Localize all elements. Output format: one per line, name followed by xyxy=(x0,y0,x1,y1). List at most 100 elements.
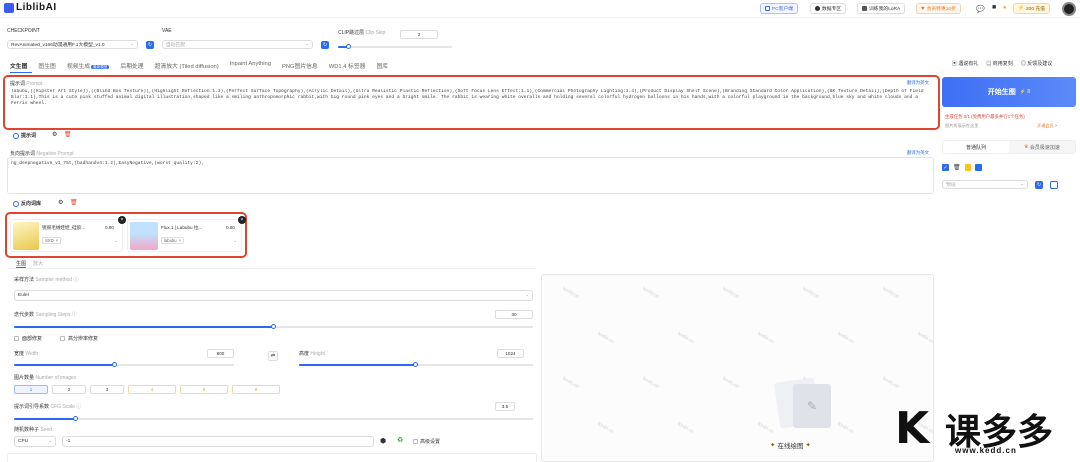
trash-icon[interactable]: 🗑 xyxy=(70,199,78,206)
cfg-knob[interactable] xyxy=(73,416,79,421)
height-knob[interactable] xyxy=(413,362,418,367)
pc-client-button[interactable]: PC客户端 xyxy=(760,3,799,14)
tab-7[interactable]: WD1.4 标签器 xyxy=(329,61,371,73)
queue-normal-tab[interactable]: 普通队列 xyxy=(943,141,1009,153)
height-input[interactable]: 1024 xyxy=(497,349,524,358)
advanced-settings-option[interactable]: 高级设置 xyxy=(413,438,440,445)
refresh-preset-icon[interactable]: ↻ xyxy=(1035,181,1043,189)
feedback-link-3[interactable]: ◎ 反馈及建议 xyxy=(1021,60,1052,67)
dice-icon[interactable]: ⬢ xyxy=(380,437,386,445)
feedback-link-2[interactable]: ▤ 商用复刻 xyxy=(986,60,1012,67)
preset-add-icon[interactable] xyxy=(1050,181,1058,189)
lora-trigger-tag[interactable]: SXD × xyxy=(42,237,62,244)
count-option[interactable]: 3 xyxy=(90,385,124,394)
preset-select[interactable]: 预设 ⌄ xyxy=(942,180,1028,189)
feedback-link-1[interactable]: ▣ 遇说有礼 xyxy=(952,60,978,67)
lora-tag-select[interactable]: ⌄ xyxy=(196,237,240,245)
history-icon[interactable]: ⚙ xyxy=(58,199,63,206)
translate-negative-link[interactable]: 翻译为英文 xyxy=(907,150,929,156)
tab-8[interactable]: 图库 xyxy=(376,61,393,73)
subtab-upscale[interactable]: 放大 xyxy=(33,260,43,268)
negative-input[interactable]: ng_deepnegative_v1_75t,(badhandv4:1.2),E… xyxy=(11,161,926,167)
negative-library-button[interactable]: 反向词库 xyxy=(13,200,41,207)
lora-weight[interactable]: 0.80 xyxy=(226,225,235,230)
steps-slider[interactable] xyxy=(14,324,533,329)
chevron-down-icon: ⌄ xyxy=(47,439,52,444)
tab-5[interactable]: Inpaint Anything xyxy=(230,61,276,73)
lora-card[interactable]: 锐毁毛绒娃娃_硅胶... 0.80 SXD × ⌄ xyxy=(10,219,123,252)
translate-prompt-link[interactable]: 翻译为英文 xyxy=(907,80,929,86)
clip-skip-knob[interactable] xyxy=(346,44,352,49)
count-option[interactable]: 6 xyxy=(180,385,228,394)
width-knob[interactable] xyxy=(112,362,118,367)
clip-skip-slider[interactable] xyxy=(338,44,452,49)
data-zone-button[interactable]: 数据专区 xyxy=(810,3,847,14)
refresh-vae-icon[interactable]: ↻ xyxy=(321,41,329,49)
subtab-generate[interactable]: 生图 xyxy=(16,260,27,268)
tab-2[interactable]: 视频生成 最新模型 xyxy=(67,61,115,73)
tab-4[interactable]: 超清放大 (Tiled diffusion) xyxy=(155,61,224,73)
lora-tag-select[interactable]: ⌄ xyxy=(71,237,121,245)
width-slider[interactable] xyxy=(14,362,234,367)
check-icon[interactable]: ✓ xyxy=(942,164,949,171)
folder-icon[interactable] xyxy=(964,164,971,171)
prompt-input[interactable]: labubu,((Hipster Art Style)),((Blind Box… xyxy=(11,89,931,127)
vae-select[interactable]: 自动匹配 ⌄ xyxy=(162,40,313,49)
message-icon[interactable]: 💬 xyxy=(976,5,985,13)
watermark-text: kedd.cn xyxy=(756,331,775,345)
count-option[interactable]: 2 xyxy=(52,385,86,394)
refresh-checkpoint-icon[interactable]: ↻ xyxy=(146,41,154,49)
clip-skip-input[interactable]: 2 xyxy=(400,30,438,39)
tab-1[interactable]: 图生图 xyxy=(38,61,60,73)
cfg-slider[interactable] xyxy=(14,416,533,421)
draw-online-button[interactable]: ✦ 在线绘图 ✦ xyxy=(770,440,811,450)
steps-input[interactable]: 30 xyxy=(495,310,533,319)
tab-6[interactable]: PNG图片信息 xyxy=(282,61,323,73)
trash-icon[interactable]: 🗑 xyxy=(953,164,961,171)
generate-button[interactable]: 开始生图 ⚡ 8 xyxy=(942,77,1076,107)
seed-input[interactable]: -1 xyxy=(62,436,374,447)
remove-lora-icon[interactable]: × xyxy=(238,216,246,224)
face-restore-option[interactable]: 面部修复 xyxy=(14,335,42,342)
lora-card[interactable]: Flux.1 | Labubu 拉... 0.80 labubu × ⌄ xyxy=(127,219,242,252)
count-option[interactable]: 8 xyxy=(232,385,280,394)
face-restore-checkbox[interactable] xyxy=(14,336,19,341)
history-icon[interactable]: ⚙ xyxy=(52,131,57,138)
train-lora-button[interactable]: 训练我的LoRA xyxy=(857,3,906,14)
cfg-input[interactable]: 3.5 xyxy=(495,402,515,411)
prompt-library-button[interactable]: 提示词 xyxy=(13,132,36,139)
save-icon[interactable] xyxy=(974,164,982,171)
recycle-icon[interactable]: ♻ xyxy=(397,436,403,444)
checkpoint-select[interactable]: RevAnimated_v166动漫通用F.1大模型_v1.0 ⌄ xyxy=(7,40,138,49)
width-input[interactable]: 800 xyxy=(207,349,234,358)
close-icon[interactable]: × xyxy=(56,238,58,243)
remove-lora-icon[interactable]: × xyxy=(118,216,126,224)
height-slider[interactable] xyxy=(299,362,533,367)
divider xyxy=(7,268,537,269)
steps-knob[interactable] xyxy=(270,324,276,329)
logo[interactable]: LiblibAI xyxy=(4,2,57,13)
close-icon[interactable]: × xyxy=(179,238,181,243)
gift-icon[interactable]: ● xyxy=(1003,5,1007,11)
tab-0[interactable]: 文生图 xyxy=(10,61,33,73)
vip-button[interactable]: ♥ 会员特惠16折 xyxy=(916,3,961,14)
tab-3[interactable]: 后期处理 xyxy=(120,61,148,73)
seed-device-select[interactable]: CPU ⌄ xyxy=(14,436,56,447)
hires-fix-checkbox[interactable] xyxy=(60,336,65,341)
recharge-button[interactable]: ⚡ 200 充值 xyxy=(1013,3,1050,14)
lora-trigger-tag[interactable]: labubu × xyxy=(161,237,185,244)
count-option[interactable]: 1 xyxy=(14,385,48,394)
advanced-checkbox[interactable] xyxy=(413,439,418,444)
notification-icon[interactable]: ■ xyxy=(992,4,996,11)
hires-fix-option[interactable]: 高分辨率修复 xyxy=(60,335,98,342)
count-option[interactable]: 4 xyxy=(128,385,176,394)
seed-label: 随机数种子 Seed xyxy=(14,426,52,433)
queue-fast-tab[interactable]: ♛ 会员极速加速 xyxy=(1009,141,1075,153)
upgrade-link[interactable]: 开通会员 > xyxy=(1037,123,1057,129)
lora-weight[interactable]: 0.80 xyxy=(105,225,114,230)
sampler-select[interactable]: Euler ⌄ xyxy=(14,290,533,301)
swap-dimensions-icon[interactable]: ⇄ xyxy=(268,351,278,361)
trash-icon[interactable]: 🗑 xyxy=(64,131,72,138)
avatar[interactable] xyxy=(1062,2,1076,16)
watermark-text: kedd.cn xyxy=(836,331,855,345)
